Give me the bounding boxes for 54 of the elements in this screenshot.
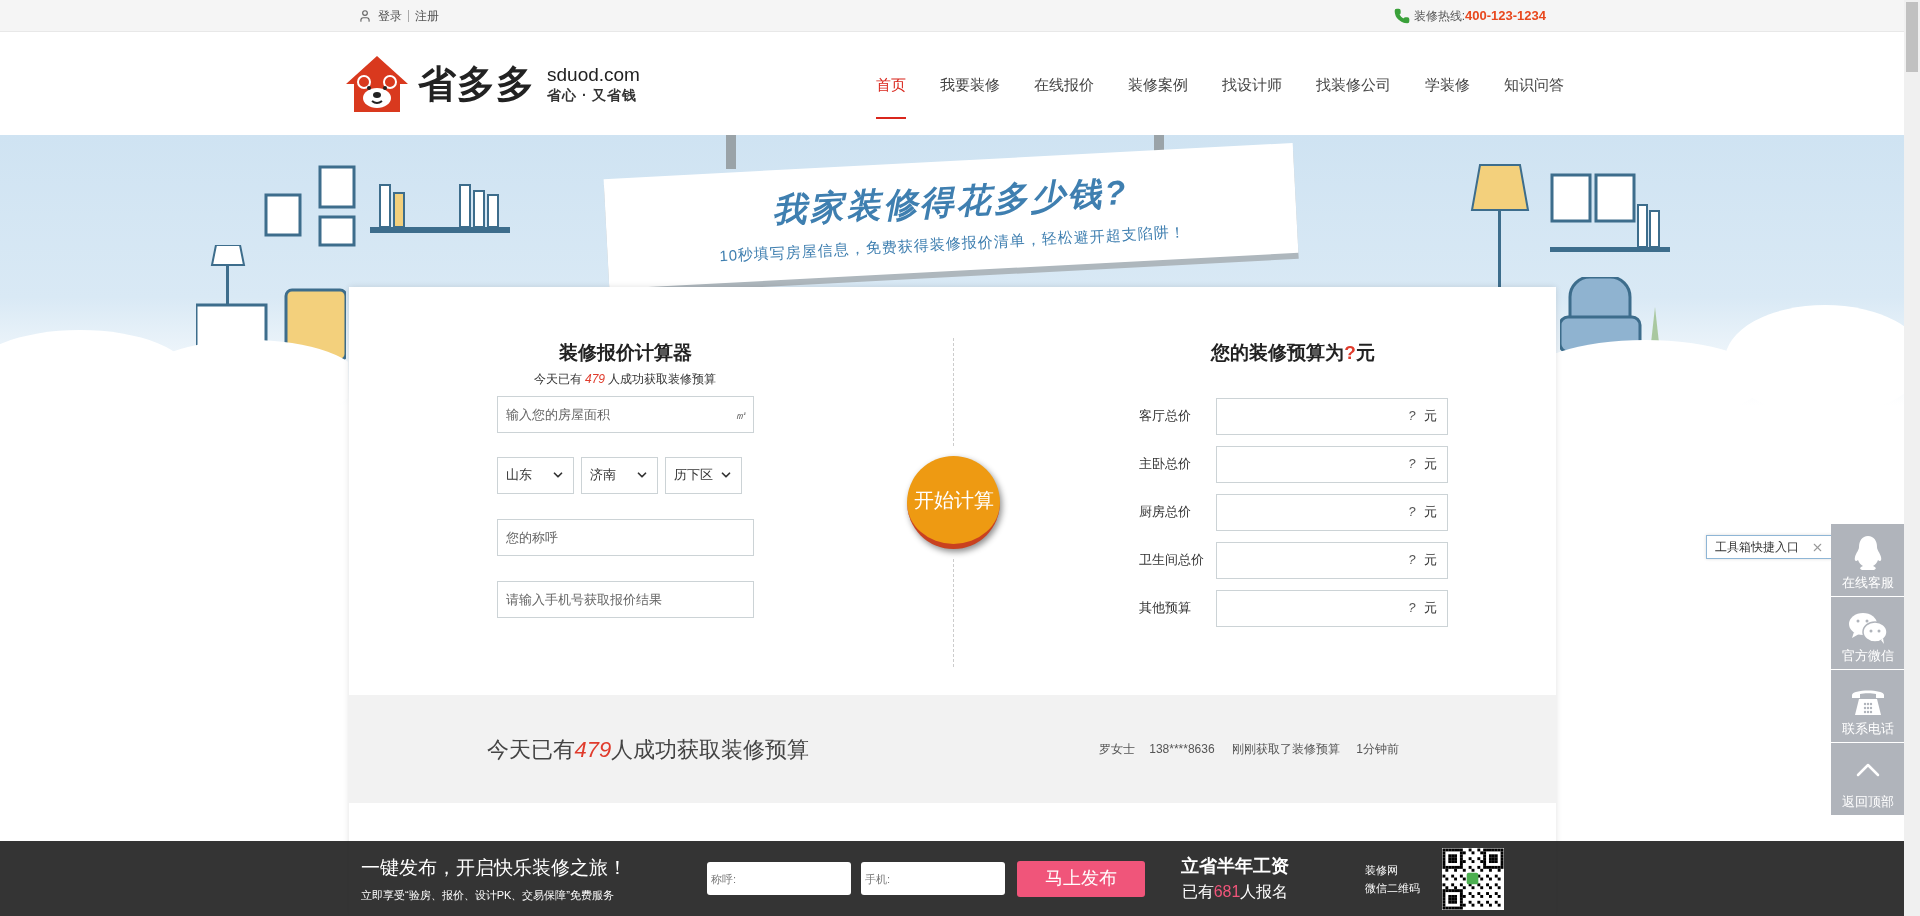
budget-title: 您的装修预算为?元 [1209, 341, 1376, 365]
phone-icon [1393, 7, 1410, 24]
nav-link[interactable]: 学装修 [1425, 48, 1470, 119]
register-link[interactable]: 注册 [415, 6, 439, 25]
ticker-name: 罗女士 [1099, 741, 1137, 758]
nav-link[interactable]: 装修案例 [1128, 48, 1188, 119]
nav-link[interactable]: 在线报价 [1034, 48, 1094, 119]
nav-link[interactable]: 找装修公司 [1316, 48, 1391, 119]
name-field[interactable]: 您的称呼 [496, 518, 754, 556]
budget-label: 其他预算 [1138, 599, 1192, 618]
success-count-text: 今天已有 479 人成功获取装修预算 [533, 370, 717, 388]
ticker-phone: 138****8636 [1149, 741, 1216, 758]
budget-field: ? 元 [1215, 445, 1448, 483]
ticker-action: 刚刚获取了装修预算 [1232, 741, 1342, 758]
footer-title: 一键发布，开启快乐装修之旅！ [361, 856, 627, 880]
nav-link[interactable]: 找设计师 [1222, 48, 1282, 119]
hotline-number: 400-123-1234 [1465, 6, 1546, 25]
nav-link[interactable]: 知识问答 [1504, 48, 1564, 119]
logo-name: 省多多 [418, 64, 535, 103]
qr-caption: 微信二维码 [1365, 880, 1420, 896]
user-icon [358, 8, 372, 23]
footer-subtitle: 立即享受“验房、报价、设计PK、交易保障”免费服务 [361, 887, 615, 903]
budget-label: 卫生间总价 [1138, 551, 1205, 570]
qr-label: 装修网 [1365, 862, 1399, 878]
budget-field: ? 元 [1215, 493, 1448, 531]
promo-title: 立省半年工资 [1181, 855, 1289, 878]
logo-slogan: 省心 · 又省钱 [547, 86, 639, 105]
nav-link[interactable]: 首页 [876, 48, 906, 119]
budget-field: ? 元 [1215, 397, 1448, 435]
nav-link[interactable]: 我要装修 [940, 48, 1000, 119]
tooltip-text: 工具箱快捷入口 [1715, 539, 1799, 556]
name-field[interactable]: 称呼: [707, 862, 851, 895]
ticker-time: 1分钟前 [1356, 741, 1399, 758]
budget-label: 客厅总价 [1138, 407, 1192, 426]
phone-field[interactable]: 手机: [861, 862, 1005, 895]
region-select[interactable]: 历下区 [664, 456, 742, 494]
budget-field: ? 元 [1215, 541, 1448, 579]
penguin-icon [1852, 534, 1883, 571]
ticker-count-text: 今天已有479人成功获取装修预算 [486, 735, 810, 764]
login-link[interactable]: 登录 [378, 6, 402, 25]
unit-label: ㎡ [734, 407, 746, 423]
calculator-title: 装修报价计算器 [558, 341, 692, 365]
phone-field[interactable]: 请输入手机号获取报价结果 [496, 580, 754, 618]
promo-count-text: 已有681人报名 [1181, 882, 1289, 902]
region-select[interactable]: 济南 [580, 456, 658, 494]
logo-domain: sduod.com [547, 62, 640, 87]
budget-label: 主卧总价 [1138, 455, 1192, 474]
budget-label: 厨房总价 [1138, 503, 1192, 522]
qr-code-icon [1442, 847, 1504, 910]
region-select[interactable]: 山东 [496, 456, 574, 494]
chat-bubbles-icon [1847, 611, 1888, 644]
hotline-label: 装修热线: [1413, 7, 1466, 25]
house-bear-logo-icon [344, 53, 410, 114]
budget-field: ? 元 [1215, 589, 1448, 627]
